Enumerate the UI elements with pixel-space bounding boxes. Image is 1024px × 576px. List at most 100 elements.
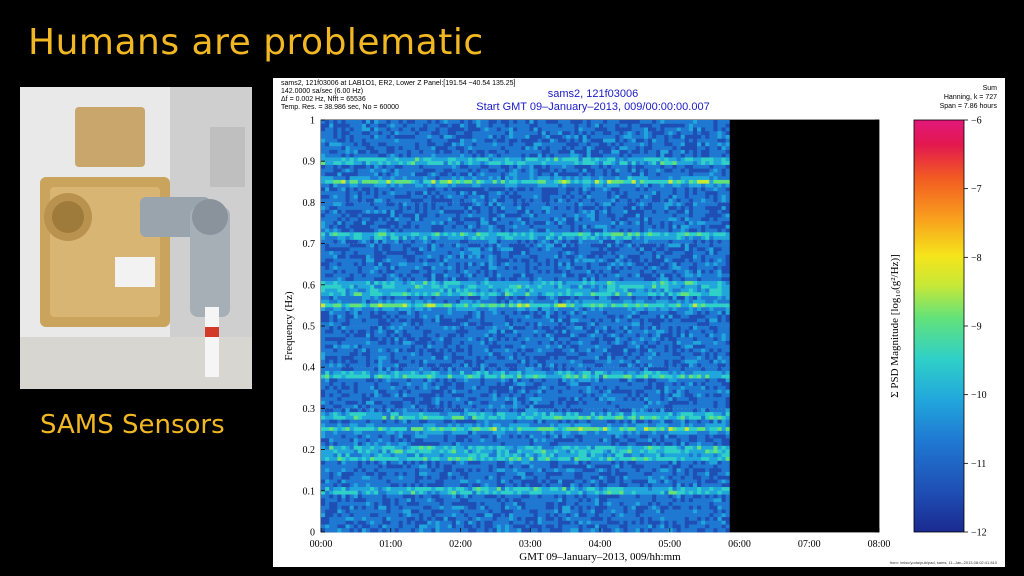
heatmap-cell bbox=[578, 228, 583, 233]
heatmap-cell bbox=[664, 138, 669, 143]
heatmap-cell bbox=[447, 168, 453, 173]
heatmap-cell bbox=[468, 269, 473, 274]
heatmap-cell bbox=[415, 123, 420, 128]
heatmap-cell bbox=[611, 138, 616, 143]
heatmap-cell bbox=[697, 176, 702, 181]
heatmap-cell bbox=[349, 262, 355, 267]
heatmap-cell bbox=[545, 123, 551, 128]
heatmap-cell bbox=[598, 221, 604, 226]
heatmap-cell bbox=[615, 299, 620, 304]
heatmap-cell bbox=[701, 168, 706, 173]
heatmap-cell bbox=[431, 284, 436, 289]
heatmap-cell bbox=[386, 194, 391, 200]
heatmap-cell bbox=[541, 221, 547, 226]
heatmap-cell bbox=[484, 194, 489, 200]
heatmap-cell bbox=[361, 127, 367, 132]
heatmap-cell bbox=[488, 127, 494, 132]
heatmap-cell bbox=[337, 161, 342, 166]
heatmap-cell bbox=[345, 123, 351, 128]
heatmap-cell bbox=[525, 254, 530, 259]
heatmap-cell bbox=[361, 131, 367, 136]
heatmap-cell bbox=[374, 138, 379, 143]
heatmap-cell bbox=[349, 202, 355, 207]
heatmap-cell bbox=[345, 258, 351, 263]
heatmap-cell bbox=[627, 296, 633, 301]
heatmap-cell bbox=[680, 288, 686, 293]
heatmap-cell bbox=[472, 138, 477, 143]
heatmap-cell bbox=[504, 187, 510, 192]
heatmap-cell bbox=[353, 247, 359, 252]
heatmap-cell bbox=[529, 134, 534, 140]
heatmap-cell bbox=[451, 213, 457, 218]
heatmap-cell bbox=[529, 194, 534, 200]
heatmap-cell bbox=[709, 228, 714, 233]
heatmap-cell bbox=[394, 217, 400, 222]
heatmap-cell bbox=[639, 187, 645, 192]
heatmap-cell bbox=[480, 217, 485, 222]
heatmap-cell bbox=[423, 149, 428, 155]
heatmap-cell bbox=[365, 206, 371, 211]
heatmap-cell bbox=[647, 239, 653, 244]
heatmap-cell bbox=[590, 123, 596, 128]
heatmap-cell bbox=[586, 284, 592, 289]
heatmap-cell bbox=[566, 149, 571, 155]
heatmap-cell bbox=[656, 217, 661, 222]
heatmap-cell bbox=[558, 232, 563, 237]
heatmap-cell bbox=[652, 157, 657, 162]
heatmap-cell bbox=[570, 179, 575, 185]
heatmap-cell bbox=[488, 273, 494, 278]
heatmap-cell bbox=[688, 213, 694, 218]
heatmap-cell bbox=[705, 123, 710, 128]
heatmap-cell bbox=[476, 303, 481, 308]
heatmap-cell bbox=[443, 127, 449, 132]
heatmap-cell bbox=[709, 142, 714, 147]
heatmap-cell bbox=[721, 236, 727, 241]
heatmap-cell bbox=[337, 228, 342, 233]
heatmap-cell bbox=[697, 288, 702, 293]
heatmap-cell bbox=[472, 198, 477, 203]
heatmap-cell bbox=[325, 168, 330, 173]
heatmap-cell bbox=[410, 269, 416, 274]
heatmap-cell bbox=[537, 228, 543, 233]
heatmap-cell bbox=[329, 123, 334, 128]
heatmap-cell bbox=[668, 269, 673, 274]
heatmap-cell bbox=[553, 236, 559, 241]
heatmap-cell bbox=[709, 243, 714, 248]
heatmap-cell bbox=[443, 269, 449, 274]
heatmap-cell bbox=[500, 164, 506, 170]
heatmap-cell bbox=[333, 164, 338, 170]
heatmap-cell bbox=[611, 164, 616, 170]
heatmap-cell bbox=[603, 131, 608, 136]
heatmap-cell bbox=[464, 284, 469, 289]
heatmap-cell bbox=[639, 206, 645, 211]
heatmap-cell bbox=[488, 258, 494, 263]
heatmap-cell bbox=[476, 299, 481, 304]
heatmap-cell bbox=[725, 131, 731, 136]
heatmap-cell bbox=[717, 164, 722, 170]
heatmap-cell bbox=[398, 209, 404, 215]
heatmap-cell bbox=[488, 288, 494, 293]
heatmap-cell bbox=[459, 134, 465, 140]
heatmap-cell bbox=[652, 138, 657, 143]
heatmap-cell bbox=[484, 120, 489, 125]
heatmap-cell bbox=[713, 161, 718, 166]
heatmap-cell bbox=[603, 209, 608, 215]
heatmap-cell bbox=[472, 247, 477, 252]
heatmap-cell bbox=[423, 247, 428, 252]
heatmap-cell bbox=[472, 296, 477, 301]
heatmap-cell bbox=[513, 183, 518, 188]
heatmap-cell bbox=[341, 142, 346, 147]
heatmap-cell bbox=[537, 123, 543, 128]
heatmap-cell bbox=[329, 277, 334, 282]
heatmap-cell bbox=[705, 262, 710, 267]
heatmap-cell bbox=[607, 194, 612, 200]
heatmap-cell bbox=[341, 127, 346, 132]
heatmap-cell bbox=[349, 164, 355, 170]
heatmap-cell bbox=[688, 224, 694, 230]
heatmap-cell bbox=[672, 161, 677, 166]
heatmap-cell bbox=[353, 176, 359, 181]
heatmap-cell bbox=[345, 232, 351, 237]
heatmap-cell bbox=[435, 224, 440, 230]
heatmap-cell bbox=[713, 194, 718, 200]
heatmap-cell bbox=[370, 131, 375, 136]
